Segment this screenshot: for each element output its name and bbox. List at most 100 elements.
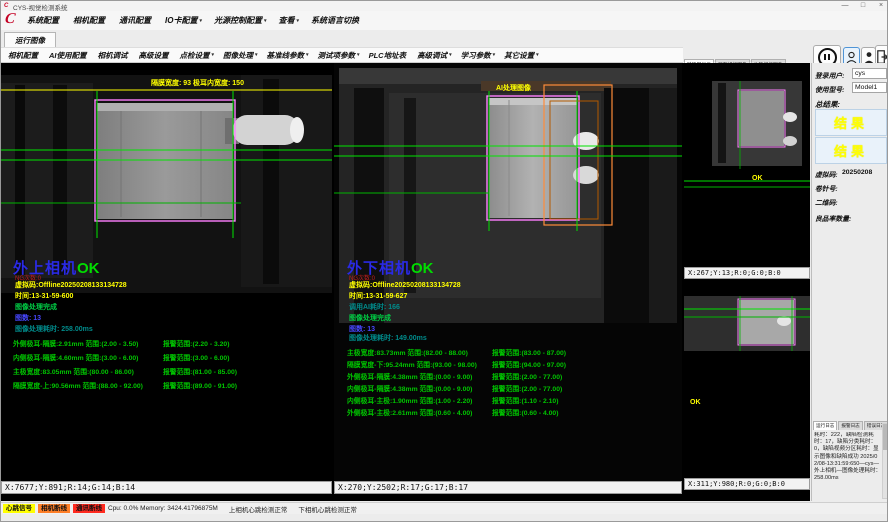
menu-bar: C 系统配置 相机配置 通讯配置 IO卡配置▾ 光源控制配置▾ 查看▾ 系统语言…: [1, 11, 888, 31]
lower-pixel-coordbar: X:270;Y:2502;R:17;G:17;B:17: [334, 481, 682, 494]
measurement-alarm-range: 报警范围:(94.00 - 97.00): [492, 359, 566, 369]
measurement-alarm-range: 报警范围:(3.00 - 6.00): [163, 352, 229, 362]
chevron-down-icon: ▾: [264, 18, 267, 24]
measurement-row: 外侧极耳-隔膜:2.91mm 范围:(2.00 - 3.50) 报警范围:(2.…: [13, 338, 329, 352]
measurement-value: 内侧极耳-主极:1.90mm 范围:(1.00 - 2.20): [347, 395, 472, 405]
qrcode-label: 二维码:: [815, 197, 838, 207]
small-top-result: OK: [752, 175, 763, 182]
measurement-alarm-range: 报警范围:(0.60 - 4.00): [492, 407, 558, 417]
menu-item[interactable]: 查看▾: [278, 15, 299, 26]
result-ok: OK: [411, 260, 434, 277]
camera-view-upper[interactable]: 隔膜宽度: 93 极耳内宽度: 150 外上相机OK NG次数:0 虚拟码:Of…: [1, 63, 332, 481]
menu-items: 系统配置 相机配置 通讯配置 IO卡配置▾ 光源控制配置▾ 查看▾ 系统语言切换: [27, 11, 361, 30]
toolbar-item[interactable]: 高级调试▾: [417, 50, 452, 61]
app-icon: C: [4, 3, 8, 9]
small-bottom-coordbar: X:311;Y:980;R:0;G:0;B:0: [684, 478, 810, 490]
menu-item[interactable]: 相机配置: [73, 15, 107, 26]
needle-label: 卷针号:: [815, 183, 838, 193]
chevron-down-icon: ▾: [536, 52, 539, 58]
measurement-value: 外侧极耳-主极:2.61mm 范围:(0.60 - 4.00): [347, 407, 472, 417]
tab-run-log[interactable]: 运行日志: [813, 421, 837, 430]
lower-camera-heartbeat-text: 下相机心跳检测正常: [298, 504, 357, 514]
tab-alarm-log[interactable]: 报警日志: [838, 421, 862, 430]
menu-item[interactable]: 系统语言切换: [311, 15, 361, 26]
measurement-value: 内侧极耳-隔膜:4.60mm 范围:(3.00 - 6.00): [13, 352, 138, 362]
measurement-value: 隔膜宽度-下:95.24mm 范围:(93.00 - 98.00): [347, 359, 477, 369]
result-box-upper: 结果: [815, 109, 887, 136]
toolbar-item[interactable]: 测试项参数▾: [318, 50, 360, 61]
minimize-button[interactable]: —: [837, 1, 853, 11]
toolbar-item[interactable]: PLC地址表: [369, 50, 409, 61]
measurement-alarm-range: 报警范围:(83.00 - 87.00): [492, 347, 566, 357]
upper-camera-heartbeat-text: 上相机心跳检测正常: [229, 504, 288, 514]
login-user-field[interactable]: cys: [852, 68, 887, 79]
measurement-value: 外侧极耳-隔膜:2.91mm 范围:(2.00 - 3.50): [13, 338, 138, 348]
toolbar-item[interactable]: 图像处理▾: [223, 50, 258, 61]
lower-barcode: 虚拟码:Offline20250208133134728: [349, 280, 461, 290]
yield-count-label: 良品率数量:: [815, 213, 851, 223]
upper-measurement-list: 外侧极耳-隔膜:2.91mm 范围:(2.00 - 3.50) 报警范围:(2.…: [13, 338, 329, 394]
small-view-bottom[interactable]: OK: [684, 281, 810, 478]
lower-measurement-list: 主极宽度:83.73mm 范围:(82.00 - 88.00) 报警范围:(83…: [347, 347, 677, 419]
menu-item[interactable]: IO卡配置▾: [165, 15, 202, 26]
lower-done-text: 图像处理完成: [349, 313, 391, 323]
side-panel: 登录用户: cys 使用型号: Model1 总结果: 结果 结果 虚拟码: 2…: [811, 63, 888, 501]
cpu-memory-text: Cpu: 0.0% Memory: 3424.41796875M: [108, 505, 218, 512]
measurement-alarm-range: 报警范围:(2.20 - 3.20): [163, 338, 229, 348]
measurement-row: 隔膜宽度-下:95.24mm 范围:(93.00 - 98.00) 报警范围:(…: [347, 359, 677, 371]
lower-ai-elapsed: 调用AI耗时: 166: [349, 302, 400, 312]
log-tabs: 运行日志 报警日志 错误日志: [813, 421, 888, 430]
model-select[interactable]: Model1: [852, 82, 887, 93]
toolbar-item[interactable]: 点检设置▾: [180, 50, 215, 61]
model-label: 使用型号:: [815, 84, 844, 94]
tab-run-image[interactable]: 运行图像: [4, 32, 56, 48]
upper-elapsed: 图像处理耗时: 258.00ms: [15, 324, 93, 334]
chevron-down-icon: ▾: [255, 52, 258, 58]
measurement-row: 主极宽度:83.73mm 范围:(82.00 - 88.00) 报警范围:(83…: [347, 347, 677, 359]
toolbar-item[interactable]: AI使用配置: [49, 50, 89, 61]
result-box-lower: 结果: [815, 137, 887, 164]
app-window: C CYS-视觉检测系统 — □ × C 系统配置 相机配置 通讯配置 IO卡配…: [0, 0, 888, 522]
measurement-value: 隔膜宽度-上:90.56mm 范围:(88.00 - 92.00): [13, 380, 143, 390]
login-user-label: 登录用户:: [815, 70, 844, 80]
status-bar: 心跳信号 相机断线 通讯断线 Cpu: 0.0% Memory: 3424.41…: [1, 502, 888, 514]
small-image-top: [684, 69, 810, 267]
chevron-down-icon: ▾: [493, 52, 496, 58]
small-top-coordbar: X:267;Y:13;R:0;G:0;B:0: [684, 267, 810, 279]
chevron-down-icon: ▾: [306, 52, 309, 58]
measurement-row: 内侧极耳-主极:1.90mm 范围:(1.00 - 2.20) 报警范围:(1.…: [347, 395, 677, 407]
logout-door-icon: [877, 50, 888, 64]
menu-item[interactable]: 光源控制配置▾: [214, 15, 267, 26]
upper-time: 时间:13-31-59-600: [15, 291, 73, 301]
upper-done-text: 图像处理完成: [15, 302, 57, 312]
menu-item[interactable]: 通讯配置: [119, 15, 153, 26]
toolbar-item[interactable]: 学习参数▾: [461, 50, 496, 61]
upper-frame-count: 图数: 13: [15, 313, 41, 323]
log-scrollbar[interactable]: [882, 423, 888, 499]
vcode-value: 20250208: [842, 169, 872, 176]
toolbar-item[interactable]: 其它设置▾: [504, 50, 539, 61]
scrollbar-thumb[interactable]: [883, 424, 887, 450]
camera-view-lower[interactable]: AI处理图像 外下相机OK NG次数:0 虚拟码:Offline20250208…: [334, 63, 682, 481]
menu-item[interactable]: 系统配置: [27, 15, 61, 26]
chevron-down-icon: ▾: [199, 18, 202, 24]
measurement-row: 外侧极耳-主极:2.61mm 范围:(0.60 - 4.00) 报警范围:(0.…: [347, 407, 677, 419]
upper-pixel-coordbar: X:7677;Y:891;R:14;G:14;B:14: [1, 481, 332, 494]
maximize-button[interactable]: □: [855, 1, 871, 11]
toolbar-item[interactable]: 相机配置: [8, 50, 40, 61]
small-view-top[interactable]: OK: [684, 69, 810, 267]
heartbeat-badge: 心跳信号: [3, 504, 35, 513]
tab-strip: 运行图像: [1, 30, 888, 47]
measurement-alarm-range: 报警范围:(2.00 - 77.00): [492, 383, 562, 393]
measurement-row: 主极宽度:83.05mm 范围:(80.00 - 86.00) 报警范围:(81…: [13, 366, 329, 380]
toolbar-item[interactable]: 高级设置: [139, 50, 171, 61]
toolbar-item[interactable]: 基准线参数▾: [267, 50, 309, 61]
measurement-row: 外侧极耳-隔膜:4.38mm 范围:(0.00 - 9.00) 报警范围:(2.…: [347, 371, 677, 383]
upper-barcode: 虚拟码:Offline20250208133134728: [15, 280, 127, 290]
measurement-value: 外侧极耳-隔膜:4.38mm 范围:(0.00 - 9.00): [347, 371, 472, 381]
close-button[interactable]: ×: [873, 1, 888, 11]
comm-offline-badge: 通讯断线: [73, 504, 105, 513]
toolbar-item[interactable]: 相机调试: [98, 50, 130, 61]
chevron-down-icon: ▾: [296, 18, 299, 24]
small-bottom-result: OK: [690, 399, 701, 406]
